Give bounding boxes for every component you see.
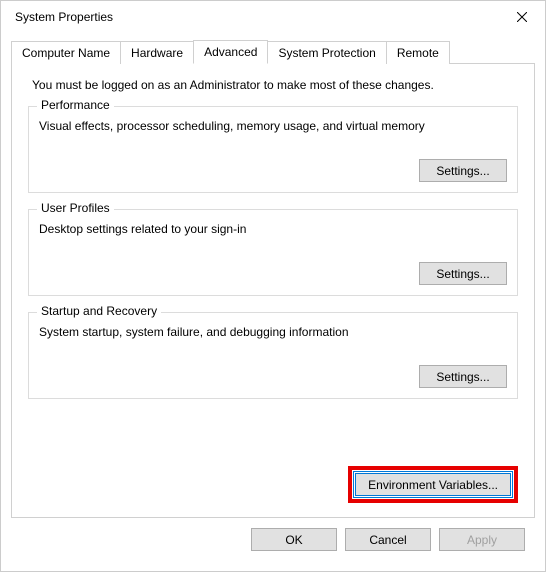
environment-variables-highlight: Environment Variables... xyxy=(348,466,518,503)
tab-advanced[interactable]: Advanced xyxy=(193,40,268,64)
environment-variables-button[interactable]: Environment Variables... xyxy=(355,473,511,496)
group-user-profiles-title: User Profiles xyxy=(37,201,114,215)
group-performance-title: Performance xyxy=(37,98,114,112)
tab-hardware[interactable]: Hardware xyxy=(120,41,194,64)
client-area: Computer Name Hardware Advanced System P… xyxy=(1,33,545,571)
tab-computer-name[interactable]: Computer Name xyxy=(11,41,121,64)
close-icon xyxy=(517,12,527,22)
close-button[interactable] xyxy=(499,1,545,33)
admin-note: You must be logged on as an Administrato… xyxy=(28,78,518,92)
cancel-button[interactable]: Cancel xyxy=(345,528,431,551)
group-performance-desc: Visual effects, processor scheduling, me… xyxy=(39,117,507,133)
tab-system-protection[interactable]: System Protection xyxy=(267,41,386,64)
tab-remote[interactable]: Remote xyxy=(386,41,450,64)
system-properties-window: System Properties Computer Name Hardware… xyxy=(0,0,546,572)
environment-variables-row: Environment Variables... xyxy=(28,460,518,503)
tab-panel-advanced: You must be logged on as an Administrato… xyxy=(11,63,535,518)
tab-strip: Computer Name Hardware Advanced System P… xyxy=(11,39,535,63)
group-startup-recovery-title: Startup and Recovery xyxy=(37,304,161,318)
ok-button[interactable]: OK xyxy=(251,528,337,551)
startup-recovery-settings-button[interactable]: Settings... xyxy=(419,365,507,388)
titlebar: System Properties xyxy=(1,1,545,33)
group-user-profiles: User Profiles Desktop settings related t… xyxy=(28,209,518,296)
apply-button[interactable]: Apply xyxy=(439,528,525,551)
window-title: System Properties xyxy=(9,10,113,24)
user-profiles-settings-button[interactable]: Settings... xyxy=(419,262,507,285)
group-startup-recovery: Startup and Recovery System startup, sys… xyxy=(28,312,518,399)
group-performance: Performance Visual effects, processor sc… xyxy=(28,106,518,193)
group-startup-recovery-desc: System startup, system failure, and debu… xyxy=(39,323,507,339)
dialog-buttons: OK Cancel Apply xyxy=(11,518,535,561)
group-user-profiles-desc: Desktop settings related to your sign-in xyxy=(39,220,507,236)
performance-settings-button[interactable]: Settings... xyxy=(419,159,507,182)
